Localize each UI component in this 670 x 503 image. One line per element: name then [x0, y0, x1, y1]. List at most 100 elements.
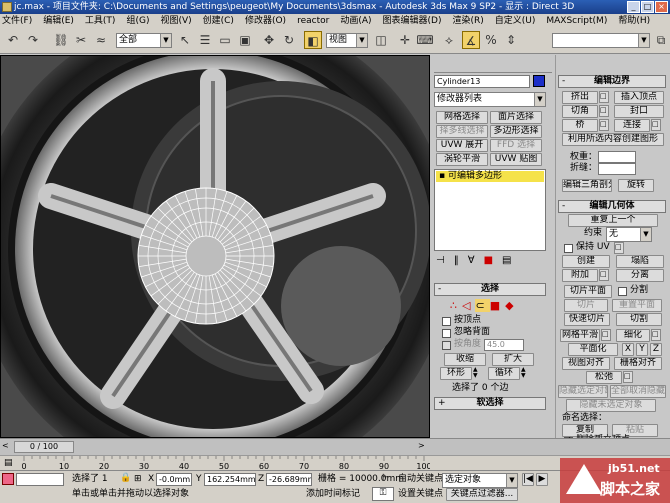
poly-select-button[interactable]: 多边形选择 [490, 125, 542, 138]
by-vertex-checkbox[interactable] [442, 317, 451, 326]
undo-icon[interactable]: ↶ [4, 31, 22, 49]
menu-tools[interactable]: 工具(T) [85, 16, 116, 26]
maximize-button[interactable]: □ [641, 1, 654, 13]
hide-selected-button[interactable]: 隐藏选定对象 [558, 385, 608, 398]
constraints-dropdown[interactable]: 无 ▼ [606, 227, 652, 242]
select-manipulate-icon[interactable]: ✛ [396, 31, 414, 49]
edit-triangulation-button[interactable]: 编辑三角剖分 [562, 179, 612, 192]
detach-button[interactable]: 分离 [616, 269, 664, 282]
y-coordinate-field[interactable]: 162.254mm [204, 473, 256, 486]
play-icon[interactable]: ▶ [536, 473, 548, 486]
modifier-list-dropdown[interactable]: 修改器列表 ▼ [434, 92, 546, 107]
percent-snap-icon[interactable]: % [482, 31, 500, 49]
edit-geometry-rollout-header[interactable]: - 编辑几何体 [558, 200, 666, 213]
mirror-icon[interactable]: ⧉ [652, 31, 670, 49]
element-icon[interactable]: ◆ [505, 299, 518, 312]
polygon-icon[interactable]: ■ [490, 299, 505, 312]
key-selection-dropdown[interactable]: 选定对象 ▼ [442, 473, 518, 488]
planar-x-button[interactable]: X [622, 343, 634, 356]
close-button[interactable]: × [655, 1, 668, 13]
uvw-unwrap-button[interactable]: UVW 展开 [436, 139, 488, 152]
spinner-snap-icon[interactable]: ⇕ [502, 31, 520, 49]
angle-snap-icon[interactable]: ∡ [462, 31, 480, 49]
reset-plane-button[interactable]: 重置平面 [612, 299, 662, 312]
select-object-icon[interactable]: ↖ [176, 31, 194, 49]
scale-icon[interactable]: ◧ [304, 31, 322, 49]
coord-system-dropdown[interactable]: 视图 ▼ [326, 33, 368, 48]
key-mode-icon[interactable]: ⊢ [382, 473, 390, 483]
window-crossing-icon[interactable]: ▣ [236, 31, 254, 49]
bridge-button[interactable]: 桥 [562, 119, 598, 132]
link-icon[interactable]: ⛓ [52, 31, 70, 49]
grow-button[interactable]: 扩大 [492, 353, 534, 366]
slice-plane-button[interactable]: 切片平面 [564, 285, 612, 298]
loop-button[interactable]: 循环 [488, 367, 520, 380]
show-end-result-icon[interactable]: ‖ [454, 255, 468, 266]
grid-align-button[interactable]: 栅格对齐 [614, 357, 662, 370]
connect-settings-icon[interactable]: □ [651, 119, 661, 131]
loop-spinner[interactable]: ▲ ▼ [521, 367, 529, 380]
next-frame-icon[interactable]: > [418, 441, 428, 453]
turn-button[interactable]: 旋转 [618, 179, 654, 192]
ignore-backfacing-checkbox[interactable] [442, 329, 451, 338]
selection-lock-icon[interactable]: 🔒 [120, 473, 131, 483]
minimize-button[interactable]: _ [627, 1, 640, 13]
rect-selection-icon[interactable]: ▭ [216, 31, 234, 49]
create-button[interactable]: 创建 [562, 255, 610, 268]
slice-button[interactable]: 切片 [564, 299, 608, 312]
preserve-uvs-settings-icon[interactable]: □ [614, 242, 624, 254]
move-icon[interactable]: ✥ [260, 31, 278, 49]
edge-icon[interactable]: ◁ [462, 299, 475, 312]
remove-modifier-icon[interactable]: ■ [484, 255, 502, 266]
named-selection-sets-dropdown[interactable]: ▼ [552, 33, 650, 48]
chamfer-settings-icon[interactable]: □ [599, 105, 609, 117]
key-filters-button[interactable]: 关键点过滤器... [446, 488, 518, 501]
make-planar-button[interactable]: 平面化 [568, 343, 618, 356]
add-time-tag-button[interactable]: 添加时间标记 [306, 488, 360, 500]
go-start-icon[interactable]: |◀ [522, 473, 534, 486]
selection-rollout-header[interactable]: - 选择 [434, 283, 546, 296]
edit-borders-rollout-header[interactable]: - 编辑边界 [558, 75, 666, 88]
attach-settings-icon[interactable]: □ [599, 269, 609, 281]
relax-settings-icon[interactable]: □ [623, 371, 633, 383]
menu-edit[interactable]: 编辑(E) [43, 16, 74, 26]
menu-customize[interactable]: 自定义(U) [495, 16, 536, 26]
unlink-icon[interactable]: ✂ [72, 31, 90, 49]
repeat-last-button[interactable]: 重复上一个 [568, 214, 658, 227]
menu-reactor[interactable]: reactor [297, 16, 329, 26]
maxscript-listener-icon[interactable] [2, 473, 14, 485]
menu-group[interactable]: 组(G) [126, 16, 149, 26]
menu-rendering[interactable]: 渲染(R) [452, 16, 483, 26]
planar-y-button[interactable]: Y [636, 343, 648, 356]
angle-spinner[interactable]: 45.0 [484, 339, 524, 351]
snap-toggle-icon[interactable]: ⟡ [440, 31, 458, 49]
perspective-viewport[interactable] [0, 55, 430, 438]
ffd-select-button[interactable]: FFD 选择 [490, 139, 542, 152]
split-checkbox[interactable] [618, 287, 627, 296]
cap-button[interactable]: 封口 [614, 105, 664, 118]
insert-vertex-button[interactable]: 插入顶点 [614, 91, 664, 104]
spline-select-button[interactable]: 择多线选择 [436, 125, 488, 138]
absolute-mode-icon[interactable]: ⊞ [134, 474, 142, 484]
connect-button[interactable]: 连接 [614, 119, 650, 132]
border-icon[interactable]: ⊂ [475, 299, 490, 312]
object-name-field[interactable]: Cylinder13 [434, 75, 530, 88]
cut-button[interactable]: 切割 [616, 313, 662, 326]
uvw-map-button[interactable]: UVW 贴图 [490, 153, 542, 166]
by-angle-checkbox[interactable] [442, 341, 451, 350]
ring-button[interactable]: 环形 [440, 367, 472, 380]
pin-stack-icon[interactable]: ⊣ [436, 255, 454, 266]
tessellate-button[interactable]: 细化 [616, 329, 650, 342]
shrink-button[interactable]: 收缩 [444, 353, 486, 366]
menu-file[interactable]: 文件(F) [2, 16, 32, 26]
maxscript-mini-listener[interactable] [16, 473, 64, 486]
configure-sets-icon[interactable]: ▤ [502, 255, 520, 266]
redo-icon[interactable]: ↷ [24, 31, 42, 49]
mini-curve-editor-icon[interactable]: ▤ [4, 458, 18, 469]
turbosmooth-button[interactable]: 涡轮平滑 [436, 153, 488, 166]
meshsmooth-settings-icon[interactable]: □ [601, 329, 611, 341]
set-key-icon[interactable]: ⚿ [372, 487, 394, 501]
pivot-center-icon[interactable]: ◫ [372, 31, 390, 49]
extrude-button[interactable]: 挤出 [562, 91, 598, 104]
select-by-name-icon[interactable]: ☰ [196, 31, 214, 49]
